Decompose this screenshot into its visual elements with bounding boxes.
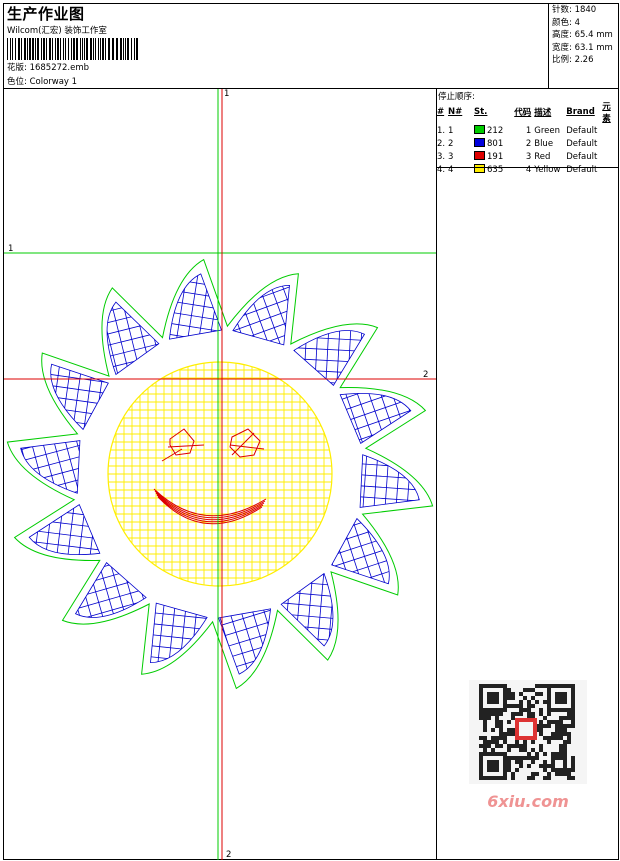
design-width: 宽度: 63.1 mm <box>552 42 613 53</box>
color-code: 2 <box>525 138 532 149</box>
color-swatch <box>474 164 485 173</box>
stop-sequence-table: # N# St. 代码 描述 Brand 元素 1. 1 212 1 Green Defa… <box>437 100 619 176</box>
thread-brand: Default <box>566 164 598 175</box>
element-cell <box>602 137 619 150</box>
color-swatch <box>474 151 485 160</box>
table-row: 4. 4 635 4 Yellow Default <box>437 163 619 176</box>
color-swatch <box>474 138 485 147</box>
right-eye <box>229 428 265 458</box>
col-header: St. <box>474 107 488 117</box>
colorway: 色位: Colorway 1 <box>7 77 78 87</box>
design-file: 花版: 1685272.emb <box>7 63 90 73</box>
qr-code <box>469 680 587 784</box>
sun-ray-outline <box>359 454 420 508</box>
col-header: 代码 <box>514 108 532 118</box>
table-divider <box>437 167 619 168</box>
stitch-value: 212 <box>487 126 504 136</box>
col-header: 元素 <box>602 102 611 124</box>
table-row: 2. 2 801 2 Blue Default <box>437 137 619 150</box>
header: 生产作业图 Wilcom(汇宏) 装饰工作室 花版: 1685272.emb 色… <box>3 3 619 89</box>
stitch-value: 191 <box>487 152 504 162</box>
sun-ray-outline <box>168 273 222 340</box>
guide-label-left: 1 <box>8 244 13 254</box>
qr-code-watermark: 6xiu.com <box>469 680 587 810</box>
needle-number: 4 <box>448 164 454 175</box>
row-number: 2. <box>437 138 446 149</box>
color-description: Yellow <box>534 164 561 175</box>
design-scale: 比例: 2.26 <box>552 55 594 66</box>
sun-ray-outline <box>20 440 81 494</box>
col-header: 描述 <box>534 108 552 118</box>
stitch-value: 801 <box>487 139 504 149</box>
col-header: Brand <box>566 107 595 117</box>
guide-label-bottom: 2 <box>226 850 231 860</box>
col-header: N# <box>448 107 463 117</box>
col-header: # <box>437 107 445 117</box>
element-cell <box>602 163 619 176</box>
stitch-count: 212 <box>474 124 503 137</box>
design-height: 高度: 65.4 mm <box>552 30 613 41</box>
row-number: 4. <box>437 164 446 175</box>
element-cell <box>602 124 619 137</box>
table-row: 1. 1 212 1 Green Default <box>437 124 619 137</box>
sun-ray-outline <box>339 392 412 444</box>
page-title: 生产作业图 <box>7 5 85 23</box>
sun-embroidery-artwork <box>6 258 434 690</box>
sun-ray-outline <box>28 504 101 556</box>
embroidery-design-canvas: 1 1 2 2 <box>4 89 436 860</box>
needle-number: 2 <box>448 138 454 149</box>
barcode <box>7 38 138 60</box>
stitch-count: 针数: 1840 <box>552 5 597 15</box>
guide-label-right: 2 <box>423 370 428 380</box>
thread-brand: Default <box>566 151 598 162</box>
stitch-count: 801 <box>474 137 503 150</box>
thread-brand: Default <box>566 138 598 149</box>
color-description: Red <box>534 151 551 162</box>
table-row: 3. 3 191 3 Red Default <box>437 150 619 163</box>
color-code: 1 <box>525 125 532 136</box>
guide-label-top: 1 <box>224 89 229 99</box>
design-stats: 针数: 1840 颜色: 4 高度: 65.4 mm 宽度: 63.1 mm 比… <box>548 3 619 88</box>
needle-number: 1 <box>448 125 454 136</box>
color-description: Blue <box>534 138 554 149</box>
needle-number: 3 <box>448 151 454 162</box>
sun-ray-outline <box>74 562 147 618</box>
row-number: 1. <box>437 125 446 136</box>
color-swatch <box>474 125 485 134</box>
color-count: 颜色: 4 <box>552 17 580 28</box>
color-description: Green <box>534 125 560 136</box>
company-name: Wilcom(汇宏) 装饰工作室 <box>7 26 107 36</box>
stitch-count: 191 <box>474 150 503 163</box>
thread-brand: Default <box>566 125 598 136</box>
watermark-text: 6xiu.com <box>487 792 569 810</box>
color-code: 3 <box>525 151 532 162</box>
row-number: 3. <box>437 151 446 162</box>
color-code: 4 <box>525 164 532 175</box>
table-header-row: # N# St. 代码 描述 Brand 元素 <box>437 100 619 124</box>
element-cell <box>602 150 619 163</box>
stitch-count: 635 <box>474 163 503 176</box>
sun-face-fill <box>108 362 332 586</box>
